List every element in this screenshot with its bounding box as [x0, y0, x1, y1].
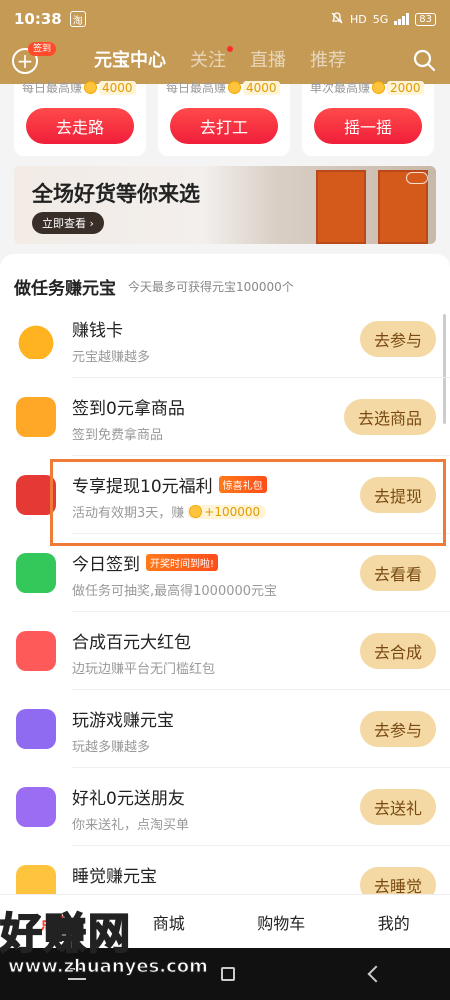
tab-live[interactable]: 直播 [250, 46, 286, 72]
gift-box-icon [16, 787, 56, 827]
task-row: 签到0元拿商品 签到免费拿商品 去选商品 [0, 378, 450, 456]
task-tag: 开奖时间到啦! [146, 554, 219, 571]
network-label: 5G [372, 12, 389, 26]
task-action-button[interactable]: 去合成 [359, 633, 436, 669]
task-row: 赚钱卡 元宝越赚越多 去参与 [0, 300, 450, 378]
task-panel: 做任务赚元宝 今天最多可获得元宝100000个 赚钱卡 元宝越赚越多 去参与 签… [0, 254, 450, 905]
tab-follow[interactable]: 关注 [190, 46, 233, 72]
tab-coin-center[interactable]: 元宝中心 [94, 46, 166, 72]
task-desc: 元宝越赚越多 [72, 350, 151, 365]
banner-title: 全场好货等你来选 [32, 182, 200, 206]
task-name: 睡觉赚元宝 [72, 867, 157, 887]
top-header: + 签到 元宝中心 关注 直播 推荐 [0, 38, 450, 84]
watermark-brand: 好赚网 [0, 908, 133, 959]
nav-cart[interactable]: 购物车 [225, 895, 338, 948]
task-desc: 做任务可抽奖,最高得1000000元宝 [72, 584, 278, 599]
tab-recommend[interactable]: 推荐 [310, 46, 346, 72]
shake-card-amount: 2000 [387, 80, 424, 95]
task-section-subtitle: 今天最多可获得元宝100000个 [128, 280, 294, 294]
task-action-button[interactable]: 去送礼 [359, 789, 436, 825]
work-card-label: 每日最高赚 4000 [166, 79, 280, 96]
walk-card: 每日最高赚 4000 去走路 [14, 80, 146, 156]
task-name: 今日签到 开奖时间到啦! [72, 550, 219, 575]
notification-dot [227, 46, 233, 52]
battery-icon: 83 [415, 12, 436, 26]
hd-label: HD [349, 12, 367, 26]
task-name: 好礼0元送朋友 [72, 789, 185, 809]
task-desc: 边玩边赚平台无门槛红包 [72, 662, 216, 677]
screen: 10:38 淘 HD 5G 83 + 签到 元宝中心 关注 直播 推荐 每日最高… [0, 0, 450, 1000]
gamepad-icon [16, 709, 56, 749]
walk-button[interactable]: 去走路 [26, 108, 134, 144]
task-action-button[interactable]: 去看看 [359, 555, 436, 591]
task-name: 赚钱卡 [72, 321, 123, 341]
task-name: 签到0元拿商品 [72, 399, 185, 419]
watermark-url: www.zhuanyes.com [8, 956, 209, 978]
mute-icon [330, 11, 344, 28]
task-name: 合成百元大红包 [72, 633, 191, 653]
coin-icon [84, 81, 98, 94]
task-desc: 你来送礼，点淘买单 [72, 818, 190, 833]
search-icon[interactable] [412, 48, 436, 72]
calendar-check-icon [16, 397, 56, 437]
task-action-button[interactable]: 去参与 [359, 321, 436, 357]
earn-cards: 每日最高赚 4000 去走路 每日最高赚 4000 去打工 单次最高赚 2000 摇一… [0, 80, 450, 166]
task-row: 玩游戏赚元宝 玩越多赚越多 去参与 [0, 690, 450, 768]
status-time: 10:38 [14, 10, 62, 28]
product-box-image [316, 170, 366, 244]
task-desc: 签到免费拿商品 [72, 428, 164, 443]
task-desc: 玩越多赚越多 [72, 740, 151, 755]
task-row: 合成百元大红包 边玩边赚平台无门槛红包 去合成 [0, 612, 450, 690]
back-icon[interactable] [367, 965, 385, 983]
sign-in-badge: 签到 [28, 42, 57, 56]
work-card-amount: 4000 [243, 80, 280, 95]
banner-logo-icon [406, 172, 428, 184]
home-icon[interactable] [220, 967, 235, 981]
coin-icon [228, 81, 242, 94]
banner-view-button[interactable]: 立即查看 › [32, 212, 104, 234]
signal-icon [394, 13, 410, 25]
taobao-notification-icon: 淘 [69, 11, 86, 27]
shake-card: 单次最高赚 2000 摇一摇 [302, 80, 434, 156]
status-right: HD 5G 83 [330, 11, 436, 28]
status-bar: 10:38 淘 HD 5G 83 [0, 0, 450, 38]
work-button[interactable]: 去打工 [170, 108, 278, 144]
shake-card-label: 单次最高赚 2000 [310, 79, 424, 96]
walk-card-label-text: 每日最高赚 [22, 81, 83, 95]
gold-ingot-icon [16, 319, 56, 359]
walk-card-amount: 4000 [99, 80, 136, 95]
work-card-label-text: 每日最高赚 [166, 81, 227, 95]
coin-icon [372, 81, 386, 94]
promo-banner[interactable]: 全场好货等你来选 立即查看 › [14, 166, 436, 244]
task-action-button[interactable]: 去选商品 [343, 399, 436, 435]
walk-card-label: 每日最高赚 4000 [22, 79, 136, 96]
task-name: 玩游戏赚元宝 [72, 711, 174, 731]
task-section-title: 做任务赚元宝 [14, 279, 116, 299]
checkin-icon [16, 553, 56, 593]
task-name-text: 今日签到 [72, 555, 140, 575]
task-action-button[interactable]: 去参与 [359, 711, 436, 747]
shake-card-label-text: 单次最高赚 [310, 81, 371, 95]
red-packet-14-icon [16, 631, 56, 671]
task-row: 好礼0元送朋友 你来送礼，点淘买单 去送礼 [0, 768, 450, 846]
highlight-box [50, 459, 446, 546]
watermark: 好赚网 www.zhuanyes.com [0, 900, 220, 990]
work-card: 每日最高赚 4000 去打工 [158, 80, 290, 156]
shake-button[interactable]: 摇一摇 [314, 108, 422, 144]
nav-mine[interactable]: 我的 [338, 895, 450, 948]
tab-follow-label: 关注 [190, 50, 226, 71]
top-tabs: 元宝中心 关注 直播 推荐 [94, 46, 346, 72]
